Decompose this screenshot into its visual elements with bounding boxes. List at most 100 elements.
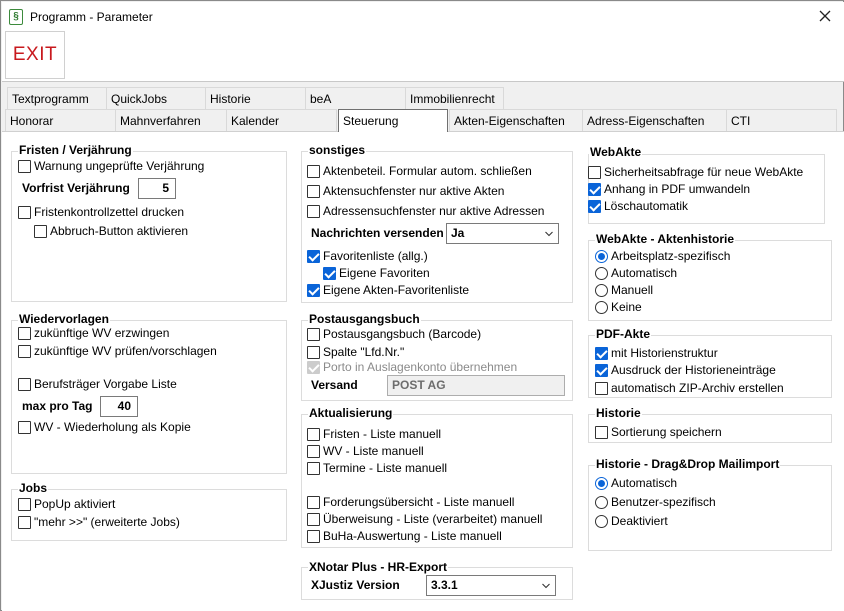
close-icon [819,10,831,22]
fristen-liste-label: Fristen - Liste manuell [323,427,442,441]
historienstruktur-label: mit Historienstruktur [611,346,718,360]
akten-favoriten-label: Eigene Akten-Favoritenliste [323,283,470,297]
group-pdf-akte-title: PDF-Akte [595,327,652,341]
aktensuch-checkbox[interactable] [307,185,320,198]
aktenbeteil-label: Aktenbeteil. Formular autom. schließen [323,164,532,178]
abbruch-checkbox[interactable] [34,225,47,238]
historie-automatisch-radio[interactable] [595,267,608,280]
sortierung-label: Sortierung speichern [611,425,722,439]
favoritenliste-checkbox[interactable] [307,250,320,263]
loeschautomatik-label: Löschautomatik [604,199,689,213]
historie-manuell-label: Manuell [611,283,654,297]
zip-archiv-checkbox[interactable] [595,382,608,395]
postausgang-barcode-checkbox[interactable] [307,328,320,341]
wv-liste-checkbox[interactable] [307,445,320,458]
vorfrist-input[interactable]: 5 [138,178,176,199]
historienstruktur-checkbox[interactable] [595,347,608,360]
tab-akten-eigenschaften[interactable]: Akten-Eigenschaften [449,109,583,131]
sicherheitsabfrage-label: Sicherheitsabfrage für neue WebAkte [604,165,804,179]
ausdruck-historie-label: Ausdruck der Historieneinträge [611,363,776,377]
warnung-checkbox[interactable] [18,160,31,173]
warnung-label: Warnung ungeprüfte Verjährung [34,159,205,173]
anhang-pdf-label: Anhang in PDF umwandeln [604,182,751,196]
eigene-favoriten-checkbox[interactable] [323,267,336,280]
chevron-down-icon [542,583,550,589]
mailimport-benutzer-radio[interactable] [595,496,608,509]
ueberweisung-liste-checkbox[interactable] [307,513,320,526]
spalte-lfdnr-label: Spalte "Lfd.Nr." [323,345,405,359]
vorfrist-label: Vorfrist Verjährung [22,181,130,195]
tab-cti[interactable]: CTI [726,109,837,131]
wv-wiederholung-label: WV - Wiederholung als Kopie [34,420,191,434]
abbruch-label: Abbruch-Button aktivieren [50,224,189,238]
termine-liste-checkbox[interactable] [307,462,320,475]
mailimport-benutzer-label: Benutzer-spezifisch [611,495,716,509]
spalte-lfdnr-checkbox[interactable] [307,346,320,359]
versand-input[interactable]: POST AG [387,375,565,396]
tab-historie[interactable]: Historie [205,87,306,109]
historie-arbeitsplatz-label: Arbeitsplatz-spezifisch [611,249,731,263]
close-button[interactable] [812,5,838,27]
historie-arbeitsplatz-radio[interactable] [595,250,608,263]
tab-mahnverfahren[interactable]: Mahnverfahren [115,109,227,131]
tab-honorar[interactable]: Honorar [5,109,116,131]
mailimport-automatisch-label: Automatisch [611,476,678,490]
tab-immobilienrecht[interactable]: Immobilienrecht [405,87,504,109]
wv-pruefen-label: zukünftige WV prüfen/vorschlagen [34,344,217,358]
wv-liste-label: WV - Liste manuell [323,444,424,458]
group-postausgang-title: Postausgangsbuch [308,312,421,326]
group-mailimport-title: Historie - Drag&Drop Mailimport [595,457,781,471]
akten-favoriten-checkbox[interactable] [307,284,320,297]
window-title: Programm - Parameter [30,10,153,24]
nachrichten-select[interactable]: Ja [446,223,559,244]
eigene-favoriten-label: Eigene Favoriten [339,266,430,280]
group-wiedervorlagen-title: Wiedervorlagen [18,312,110,326]
kontrollzettel-checkbox[interactable] [18,206,31,219]
historie-keine-radio[interactable] [595,301,608,314]
fristen-liste-checkbox[interactable] [307,428,320,441]
adressen-checkbox[interactable] [307,205,320,218]
group-webakte-historie-title: WebAkte - Aktenhistorie [595,232,736,246]
group-webakte-title: WebAkte [589,145,643,159]
max-pro-tag-input[interactable]: 40 [100,396,138,417]
tab-kalender[interactable]: Kalender [226,109,337,131]
aktenbeteil-checkbox[interactable] [307,165,320,178]
chevron-down-icon [545,231,553,237]
tab-steuerung[interactable]: Steuerung [338,109,448,132]
tab-quickjobs[interactable]: QuickJobs [106,87,206,109]
wv-pruefen-checkbox[interactable] [18,345,31,358]
tab-textprogramm[interactable]: Textprogramm [7,87,107,109]
wv-erzwingen-checkbox[interactable] [18,327,31,340]
forderung-liste-checkbox[interactable] [307,496,320,509]
nachrichten-select-value: Ja [451,226,465,240]
parameter-window: § Programm - Parameter EXIT Textprogramm… [0,0,844,611]
mailimport-deaktiviert-label: Deaktiviert [611,514,668,528]
app-icon: § [9,9,23,25]
forderung-liste-label: Forderungsübersicht - Liste manuell [323,495,515,509]
loeschautomatik-checkbox[interactable] [588,200,601,213]
group-jobs-title: Jobs [18,481,49,495]
tab-bea[interactable]: beA [305,87,406,109]
title-bar: § Programm - Parameter [2,2,844,30]
porto-checkbox[interactable] [307,361,320,374]
ausdruck-historie-checkbox[interactable] [595,364,608,377]
tab-adress-eigenschaften[interactable]: Adress-Eigenschaften [582,109,727,131]
popup-checkbox[interactable] [18,498,31,511]
mailimport-deaktiviert-radio[interactable] [595,515,608,528]
historie-keine-label: Keine [611,300,642,314]
buha-liste-label: BuHa-Auswertung - Liste manuell [323,529,502,543]
wv-wiederholung-checkbox[interactable] [18,421,31,434]
mailimport-automatisch-radio[interactable] [595,477,608,490]
popup-label: PopUp aktiviert [34,497,116,511]
historie-manuell-radio[interactable] [595,284,608,297]
xjustiz-version-select[interactable]: 3.3.1 [426,575,556,596]
versand-label: Versand [311,378,358,392]
exit-button[interactable]: EXIT [5,31,65,79]
buha-liste-checkbox[interactable] [307,530,320,543]
anhang-pdf-checkbox[interactable] [588,183,601,196]
mehr-jobs-checkbox[interactable] [18,516,31,529]
sortierung-checkbox[interactable] [595,426,608,439]
berufstraeger-checkbox[interactable] [18,378,31,391]
group-xnotar-title: XNotar Plus - HR-Export [308,560,449,574]
sicherheitsabfrage-checkbox[interactable] [588,166,601,179]
